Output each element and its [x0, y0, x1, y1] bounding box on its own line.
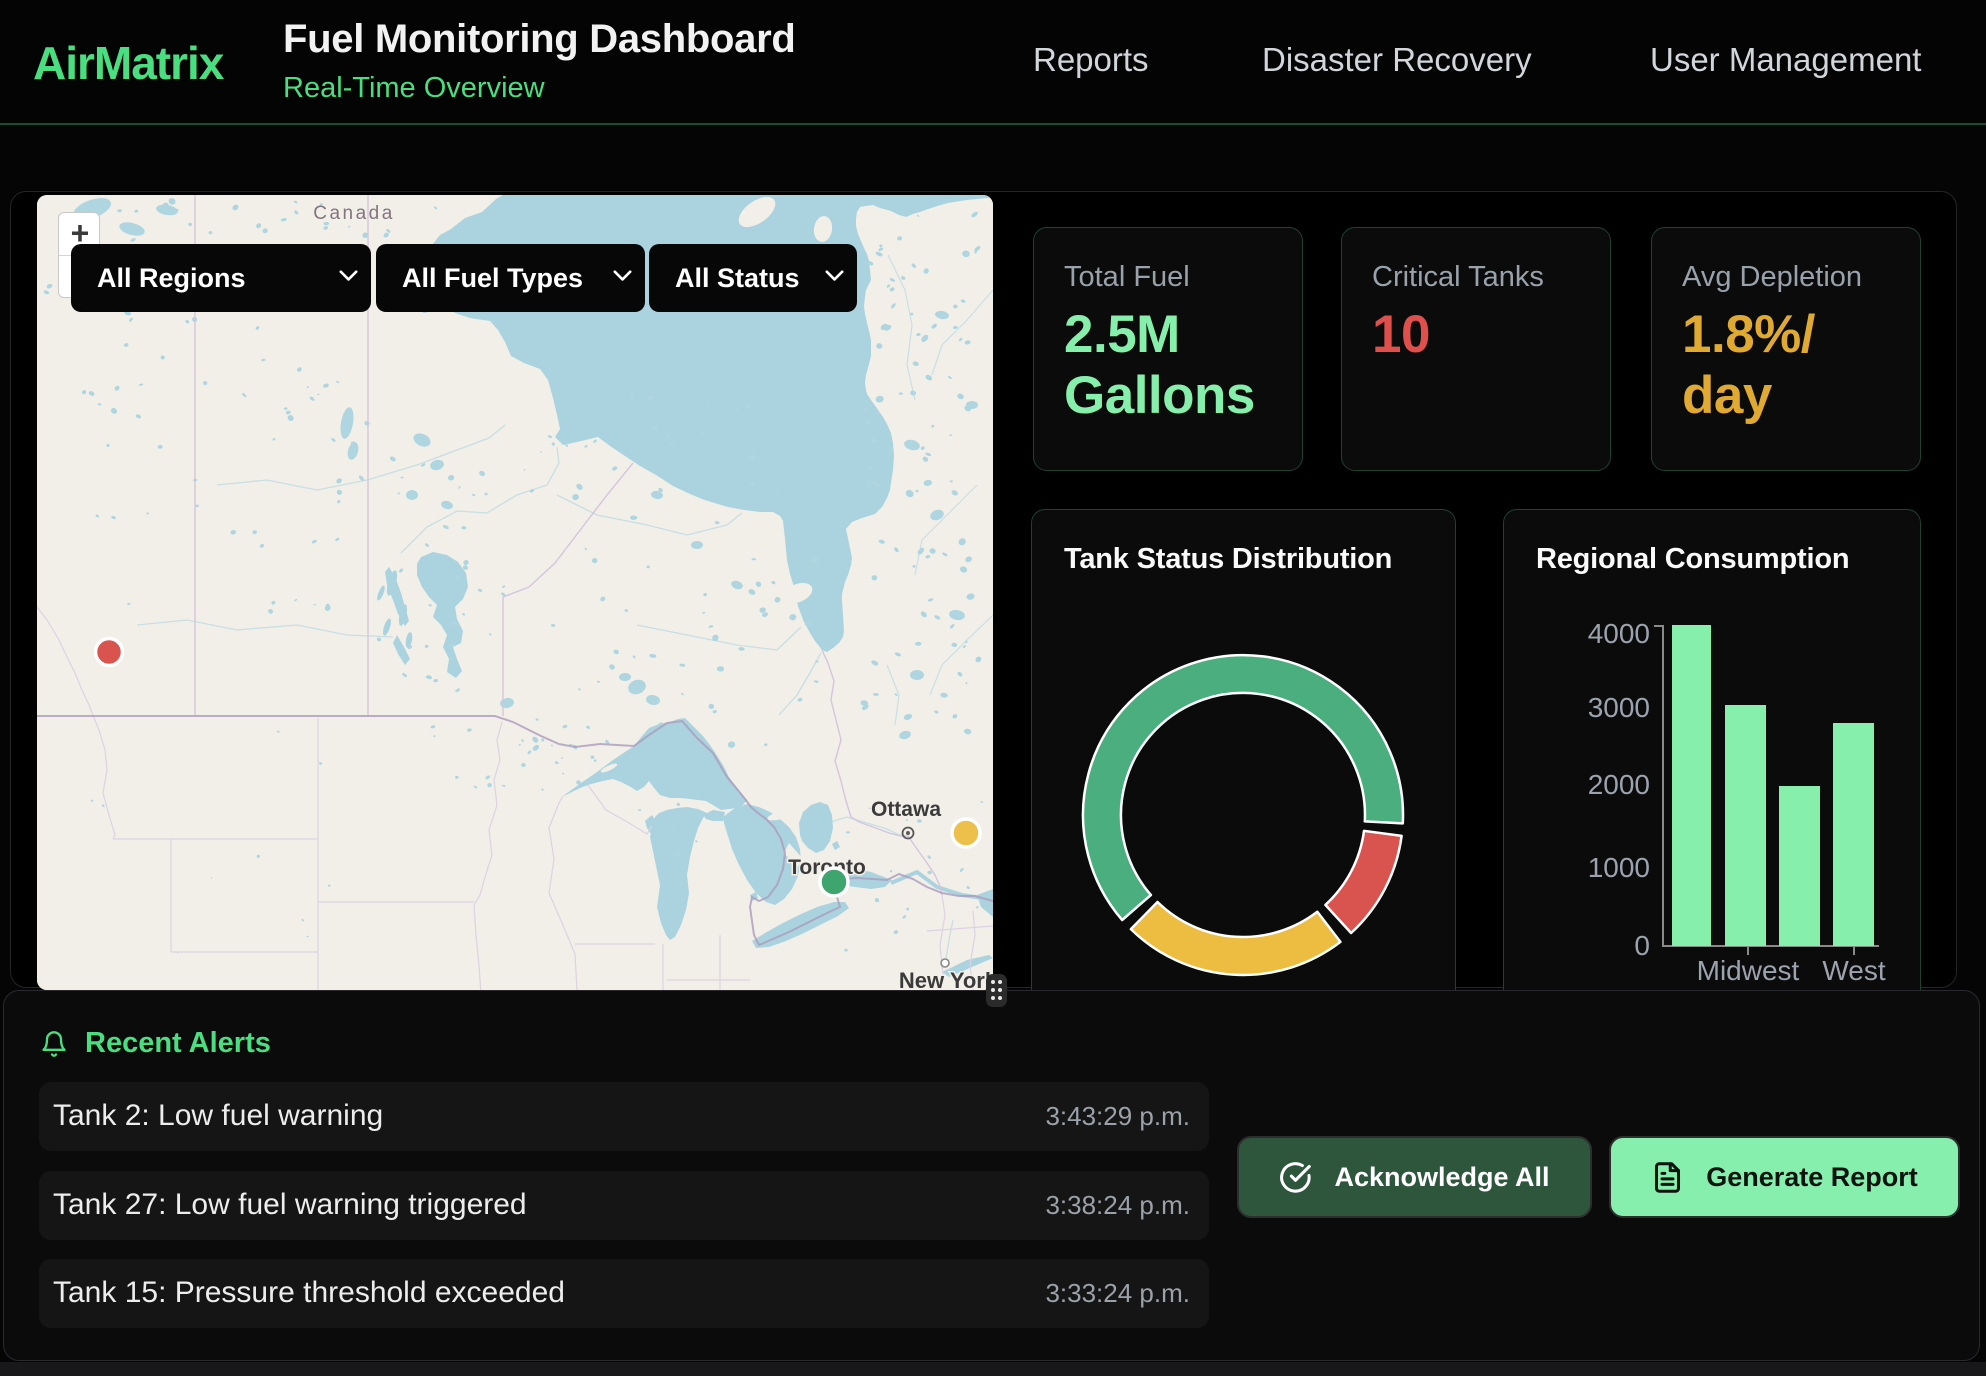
svg-text:Midwest: Midwest: [1697, 955, 1800, 986]
svg-text:0: 0: [1634, 930, 1650, 961]
svg-text:1000: 1000: [1588, 852, 1650, 883]
svg-text:Ottawa: Ottawa: [871, 798, 941, 821]
svg-text:4000: 4000: [1588, 618, 1650, 649]
svg-text:3000: 3000: [1588, 692, 1650, 723]
svg-text:West: West: [1822, 955, 1885, 986]
svg-text:Canada: Canada: [313, 203, 395, 224]
svg-text:2000: 2000: [1588, 769, 1650, 800]
svg-text:New York: New York: [899, 968, 993, 990]
